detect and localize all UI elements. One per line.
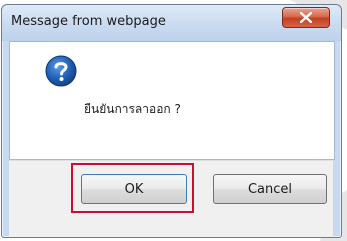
cancel-button[interactable]: Cancel [213,174,327,204]
message-text: ยืนยันการลาออก ? [84,102,181,116]
dialog-title: Message from webpage [11,14,166,29]
close-button[interactable] [282,7,330,28]
close-x-icon [300,12,312,23]
ok-button-highlight-box [71,163,194,213]
title-bar[interactable]: Message from webpage [2,5,341,41]
question-icon [45,55,77,87]
